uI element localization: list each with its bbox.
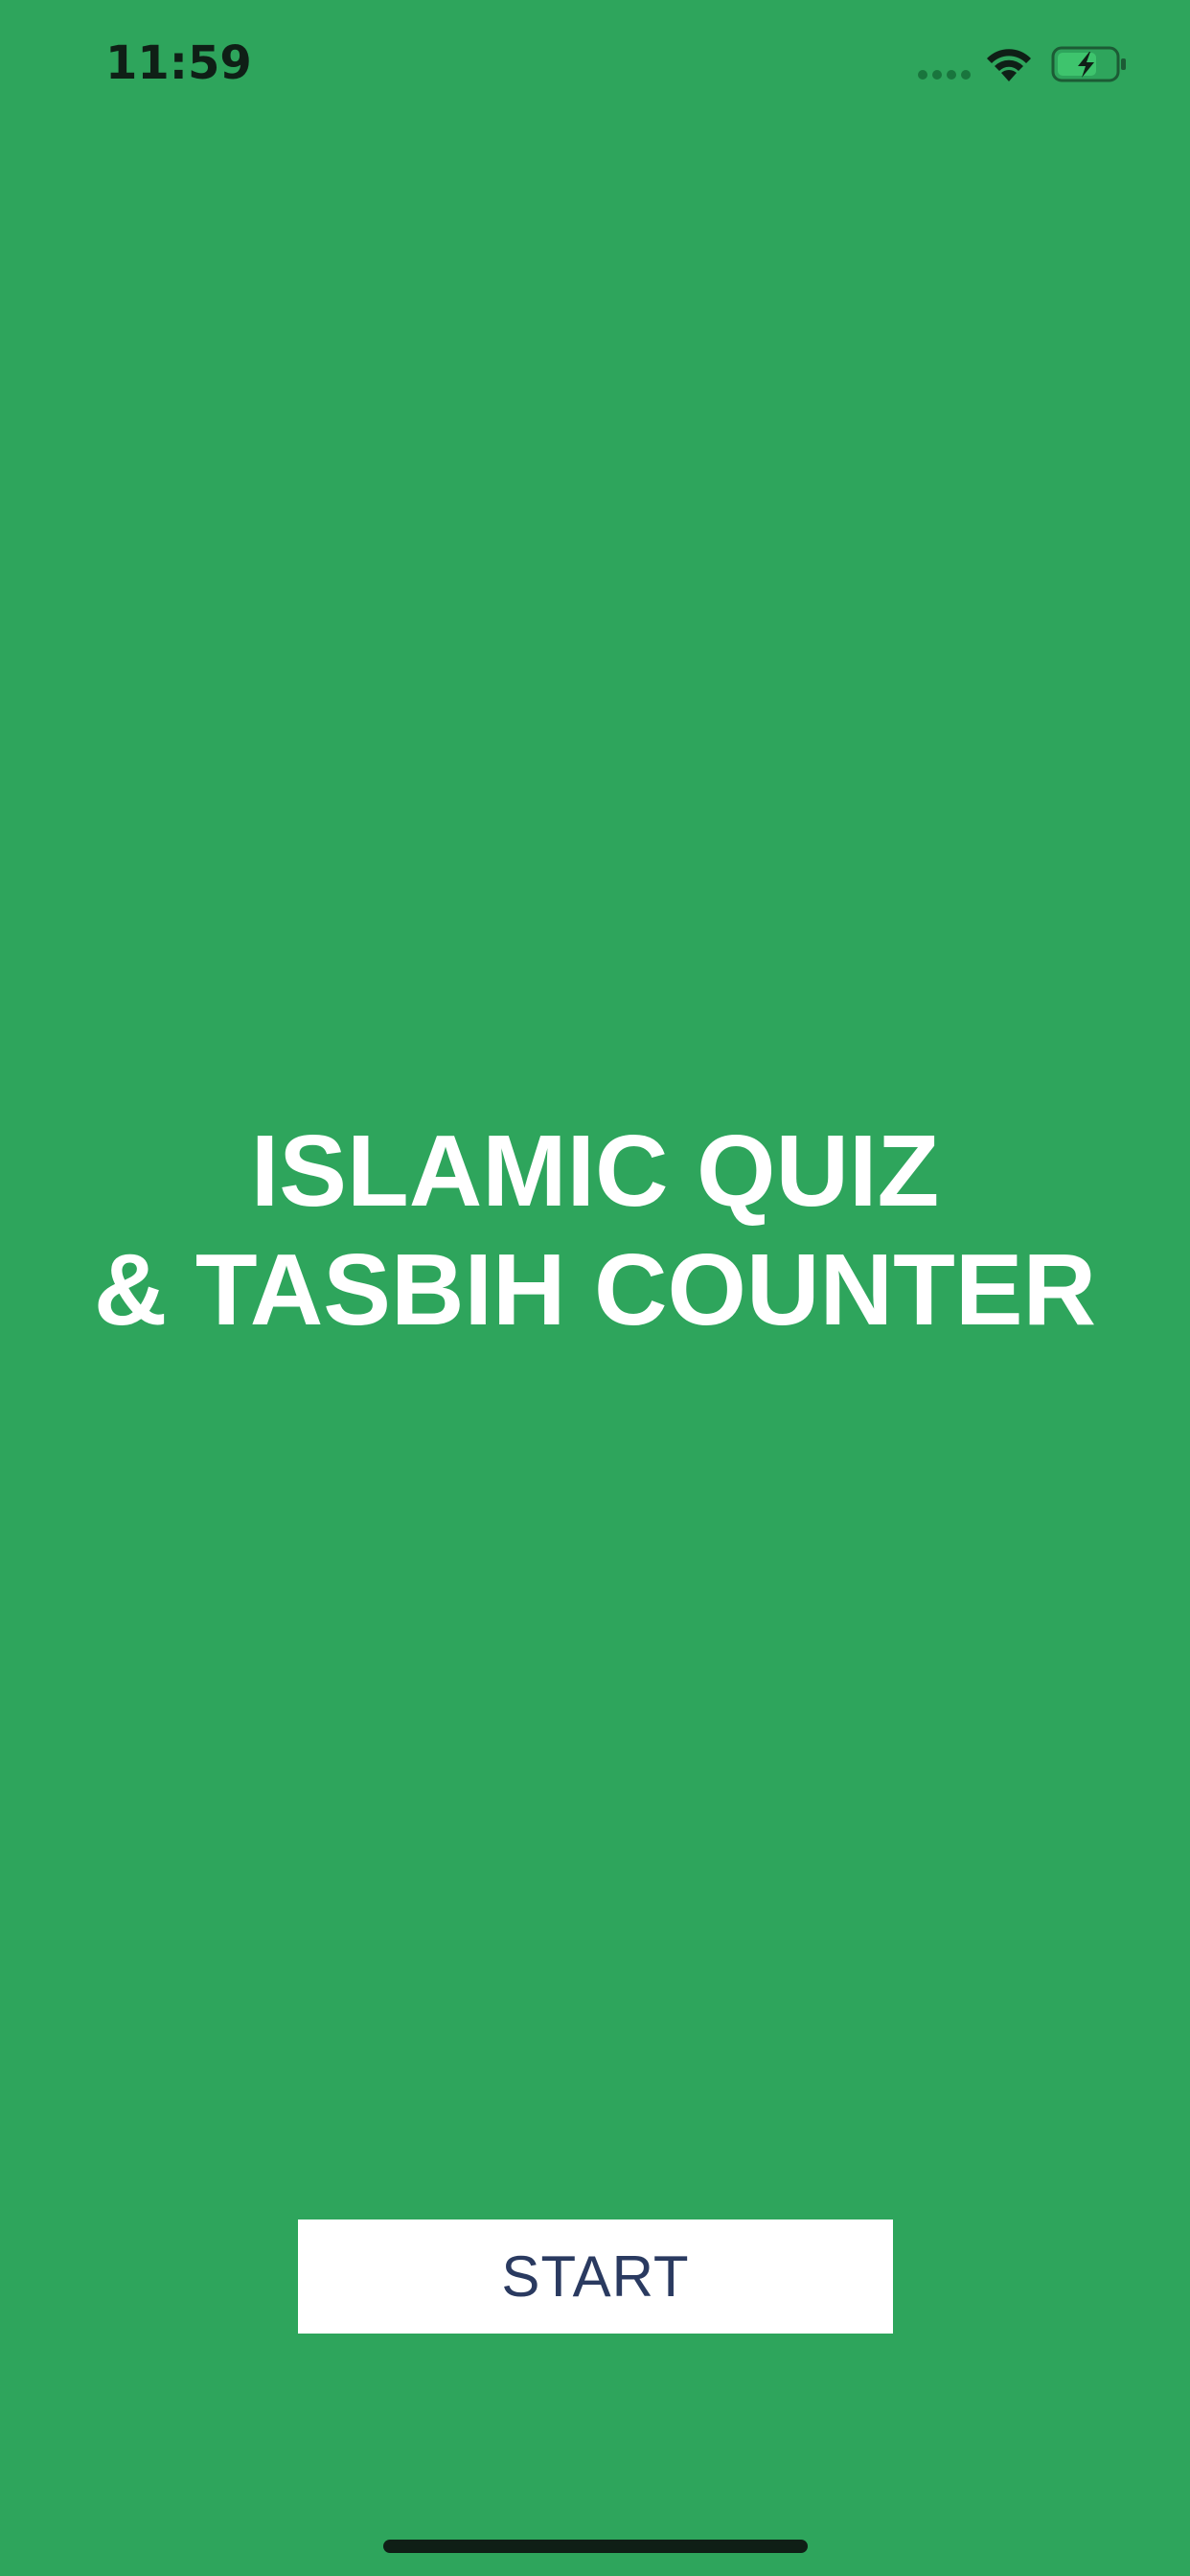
splash-screen: 11:59 ISLAMIC QUIZ & TASBIH COUNTER STAR… — [0, 0, 1190, 2576]
app-title-line-1: ISLAMIC QUIZ — [250, 1115, 940, 1228]
home-indicator[interactable] — [383, 2540, 808, 2553]
battery-charging-icon — [1051, 46, 1126, 82]
signal-bars-icon — [918, 70, 972, 81]
wifi-icon — [987, 49, 1031, 81]
app-title: ISLAMIC QUIZ & TASBIH COUNTER — [0, 1112, 1190, 1349]
status-bar: 11:59 — [0, 0, 1190, 129]
start-button[interactable]: START — [298, 2220, 893, 2334]
start-button-label: START — [501, 2244, 690, 2309]
app-title-line-2: & TASBIH COUNTER — [93, 1233, 1097, 1346]
status-time: 11:59 — [105, 36, 252, 90]
